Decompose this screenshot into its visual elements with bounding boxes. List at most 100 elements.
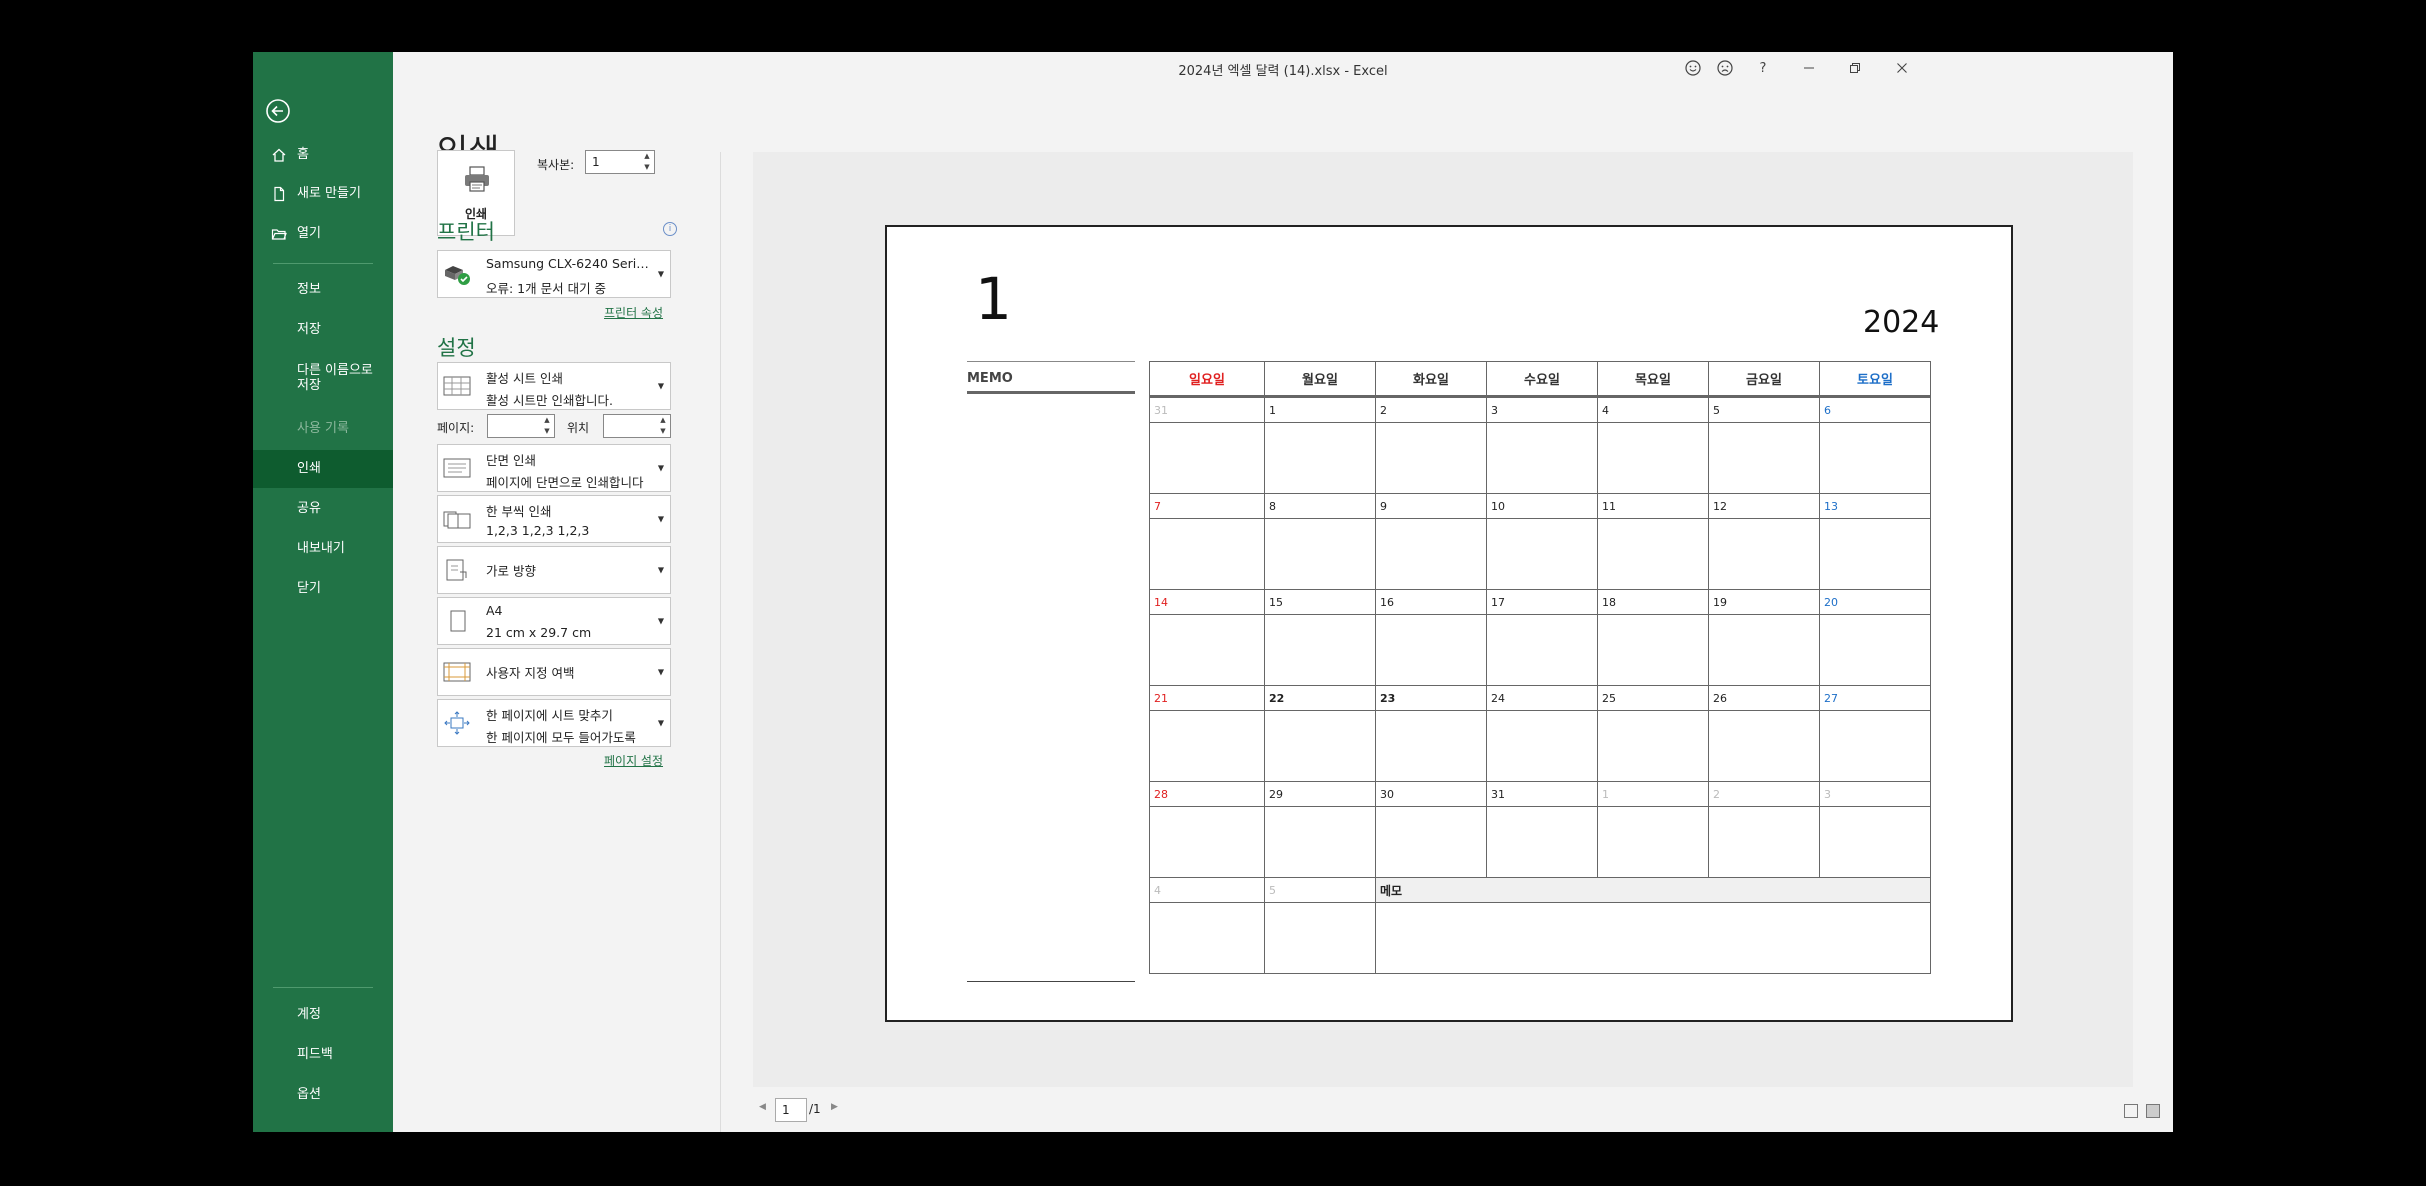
orientation-dropdown[interactable]: 가로 방향 ▼ xyxy=(437,546,671,594)
sidebar-item-label: 사용 기록 xyxy=(297,421,349,436)
chevron-down-icon: ▼ xyxy=(657,514,664,524)
day-body-row xyxy=(1149,614,1931,686)
minimize-icon[interactable] xyxy=(1796,56,1822,80)
close-icon[interactable] xyxy=(1889,56,1915,80)
pages-from-input[interactable]: ▲ ▼ xyxy=(487,414,555,438)
weekday-header: 화요일 xyxy=(1375,361,1487,398)
info-icon[interactable]: i xyxy=(663,222,677,236)
sidebar-item-home[interactable]: 홈 xyxy=(253,136,393,174)
preview-page: 1 2024 MEMO 일요일 월요일 화요일 수요일 목요일 금요일 토요일 xyxy=(885,225,2013,1022)
sidebar-item-export[interactable]: 내보내기 xyxy=(253,530,393,568)
restore-icon[interactable] xyxy=(1842,56,1868,80)
print-what-dropdown[interactable]: 활성 시트 인쇄 활성 시트만 인쇄합니다. ▼ xyxy=(437,362,671,410)
day-cell: 26 xyxy=(1708,685,1820,711)
smile-icon[interactable] xyxy=(1680,56,1706,80)
date-row: 4 5 메모 xyxy=(1149,877,1931,903)
sidebar-item-label: 홈 xyxy=(297,147,309,162)
chevron-down-icon: ▼ xyxy=(657,667,664,677)
sidebar-item-label: 닫기 xyxy=(297,581,321,596)
memo-header-cell: 메모 xyxy=(1375,877,1931,903)
sidebar-item-label: 공유 xyxy=(297,501,321,516)
sidebar-item-open[interactable]: 열기 xyxy=(253,215,393,253)
sidebar-item-options[interactable]: 옵션 xyxy=(253,1076,393,1114)
sides-dropdown[interactable]: 단면 인쇄 페이지에 단면으로 인쇄합니다 ▼ xyxy=(437,444,671,492)
sidebar-item-share[interactable]: 공유 xyxy=(253,490,393,528)
collate-dropdown[interactable]: 한 부씩 인쇄 1,2,3 1,2,3 1,2,3 ▼ xyxy=(437,495,671,543)
copies-spinner[interactable]: ▲ ▼ xyxy=(642,151,652,173)
printer-dropdown[interactable]: Samsung CLX-6240 Series PCL6 오류: 1개 문서 대… xyxy=(437,250,671,298)
calendar-month: 1 xyxy=(975,265,1012,333)
sidebar-item-label: 다른 이름으로 저장 xyxy=(297,363,373,393)
calendar-grid: 일요일 월요일 화요일 수요일 목요일 금요일 토요일 31 1 2 3 4 5 xyxy=(1149,361,1931,974)
help-icon[interactable]: ? xyxy=(1750,56,1776,80)
sides-title: 단면 인쇄 xyxy=(486,453,536,468)
sidebar-item-save[interactable]: 저장 xyxy=(253,311,393,349)
pages-from-spinner[interactable]: ▲ ▼ xyxy=(542,415,552,437)
scaling-dropdown[interactable]: 한 페이지에 시트 맞추기 한 페이지에 모두 들어가도록 ▼ xyxy=(437,699,671,747)
day-cell: 7 xyxy=(1149,493,1265,519)
memo-title: MEMO xyxy=(967,361,1135,394)
day-cell: 6 xyxy=(1819,396,1931,423)
sidebar-item-label: 옵션 xyxy=(297,1087,321,1102)
day-cell: 9 xyxy=(1375,493,1487,519)
sidebar-item-save-as[interactable]: 다른 이름으로 저장 xyxy=(253,358,388,398)
day-cell: 19 xyxy=(1708,589,1820,615)
collate-icon xyxy=(443,511,471,529)
sidebar-item-new[interactable]: 새로 만들기 xyxy=(253,175,393,213)
print-settings-panel: 인쇄 인쇄 복사본: 1 ▲▼ 프린터 i Samsung CLX-6240 S… xyxy=(393,84,723,1132)
page-setup-link[interactable]: 페이지 설정 xyxy=(604,752,663,769)
print-what-desc: 활성 시트만 인쇄합니다. xyxy=(486,393,613,408)
sidebar-item-label: 새로 만들기 xyxy=(297,186,361,201)
day-cell: 28 xyxy=(1149,781,1265,807)
printer-status: 오류: 1개 문서 대기 중 xyxy=(486,281,607,296)
sidebar-item-close[interactable]: 닫기 xyxy=(253,570,393,608)
day-cell: 21 xyxy=(1149,685,1265,711)
day-cell: 31 xyxy=(1149,396,1265,423)
day-cell: 8 xyxy=(1264,493,1376,519)
day-cell: 23 xyxy=(1375,685,1487,711)
day-cell: 5 xyxy=(1264,877,1376,903)
frown-icon[interactable] xyxy=(1712,56,1738,80)
day-body-row xyxy=(1149,806,1931,878)
pages-to-input[interactable]: ▲ ▼ xyxy=(603,414,671,438)
title-bar: 2024년 엑셀 달력 (14).xlsx - Excel ? xyxy=(393,52,2173,84)
day-cell: 18 xyxy=(1597,589,1709,615)
day-cell: 1 xyxy=(1264,396,1376,423)
sides-desc: 페이지에 단면으로 인쇄합니다 xyxy=(486,475,644,490)
fit-to-page-icon xyxy=(444,711,470,735)
margins-dropdown[interactable]: 사용자 지정 여백 ▼ xyxy=(437,648,671,696)
day-cell: 13 xyxy=(1819,493,1931,519)
weekday-header: 수요일 xyxy=(1486,361,1598,398)
copies-input[interactable]: 1 ▲ ▼ xyxy=(585,150,655,174)
zoom-to-page-icon[interactable] xyxy=(2146,1104,2160,1118)
weekday-header: 목요일 xyxy=(1597,361,1709,398)
backstage-sidebar: 홈 새로 만들기 열기 정보 저장 다른 이름으로 저장 사용 기록 인쇄 공유 xyxy=(253,52,393,1132)
printer-section-title: 프린터 xyxy=(437,220,495,244)
day-cell: 29 xyxy=(1264,781,1376,807)
paper-size-dropdown[interactable]: A4 21 cm x 29.7 cm ▼ xyxy=(437,597,671,645)
pages-to-spinner[interactable]: ▲ ▼ xyxy=(658,415,668,437)
sidebar-item-info[interactable]: 정보 xyxy=(253,271,393,309)
next-page-icon[interactable]: ▶ xyxy=(831,1102,838,1112)
paper-size-desc: 21 cm x 29.7 cm xyxy=(486,625,592,640)
day-cell: 15 xyxy=(1264,589,1376,615)
day-cell: 22 xyxy=(1264,685,1376,711)
date-row: 31 1 2 3 4 5 6 xyxy=(1149,396,1931,423)
prev-page-icon[interactable]: ◀ xyxy=(759,1102,766,1112)
day-cell: 24 xyxy=(1486,685,1598,711)
page-number-value: 1 xyxy=(782,1103,790,1117)
day-cell: 25 xyxy=(1597,685,1709,711)
day-body-row xyxy=(1149,902,1931,974)
sidebar-item-account[interactable]: 계정 xyxy=(253,996,393,1034)
sidebar-item-print[interactable]: 인쇄 xyxy=(253,450,393,488)
sidebar-item-feedback[interactable]: 피드백 xyxy=(253,1036,393,1074)
show-margins-icon[interactable] xyxy=(2124,1104,2138,1118)
date-row: 21 22 23 24 25 26 27 xyxy=(1149,685,1931,711)
sidebar-item-label: 저장 xyxy=(297,322,321,337)
day-cell: 12 xyxy=(1708,493,1820,519)
back-arrow-icon[interactable] xyxy=(265,98,291,124)
printer-properties-link[interactable]: 프린터 속성 xyxy=(604,304,663,321)
print-what-title: 활성 시트 인쇄 xyxy=(486,371,563,386)
page-number-input[interactable]: 1 xyxy=(775,1098,807,1122)
open-folder-icon xyxy=(271,229,287,240)
